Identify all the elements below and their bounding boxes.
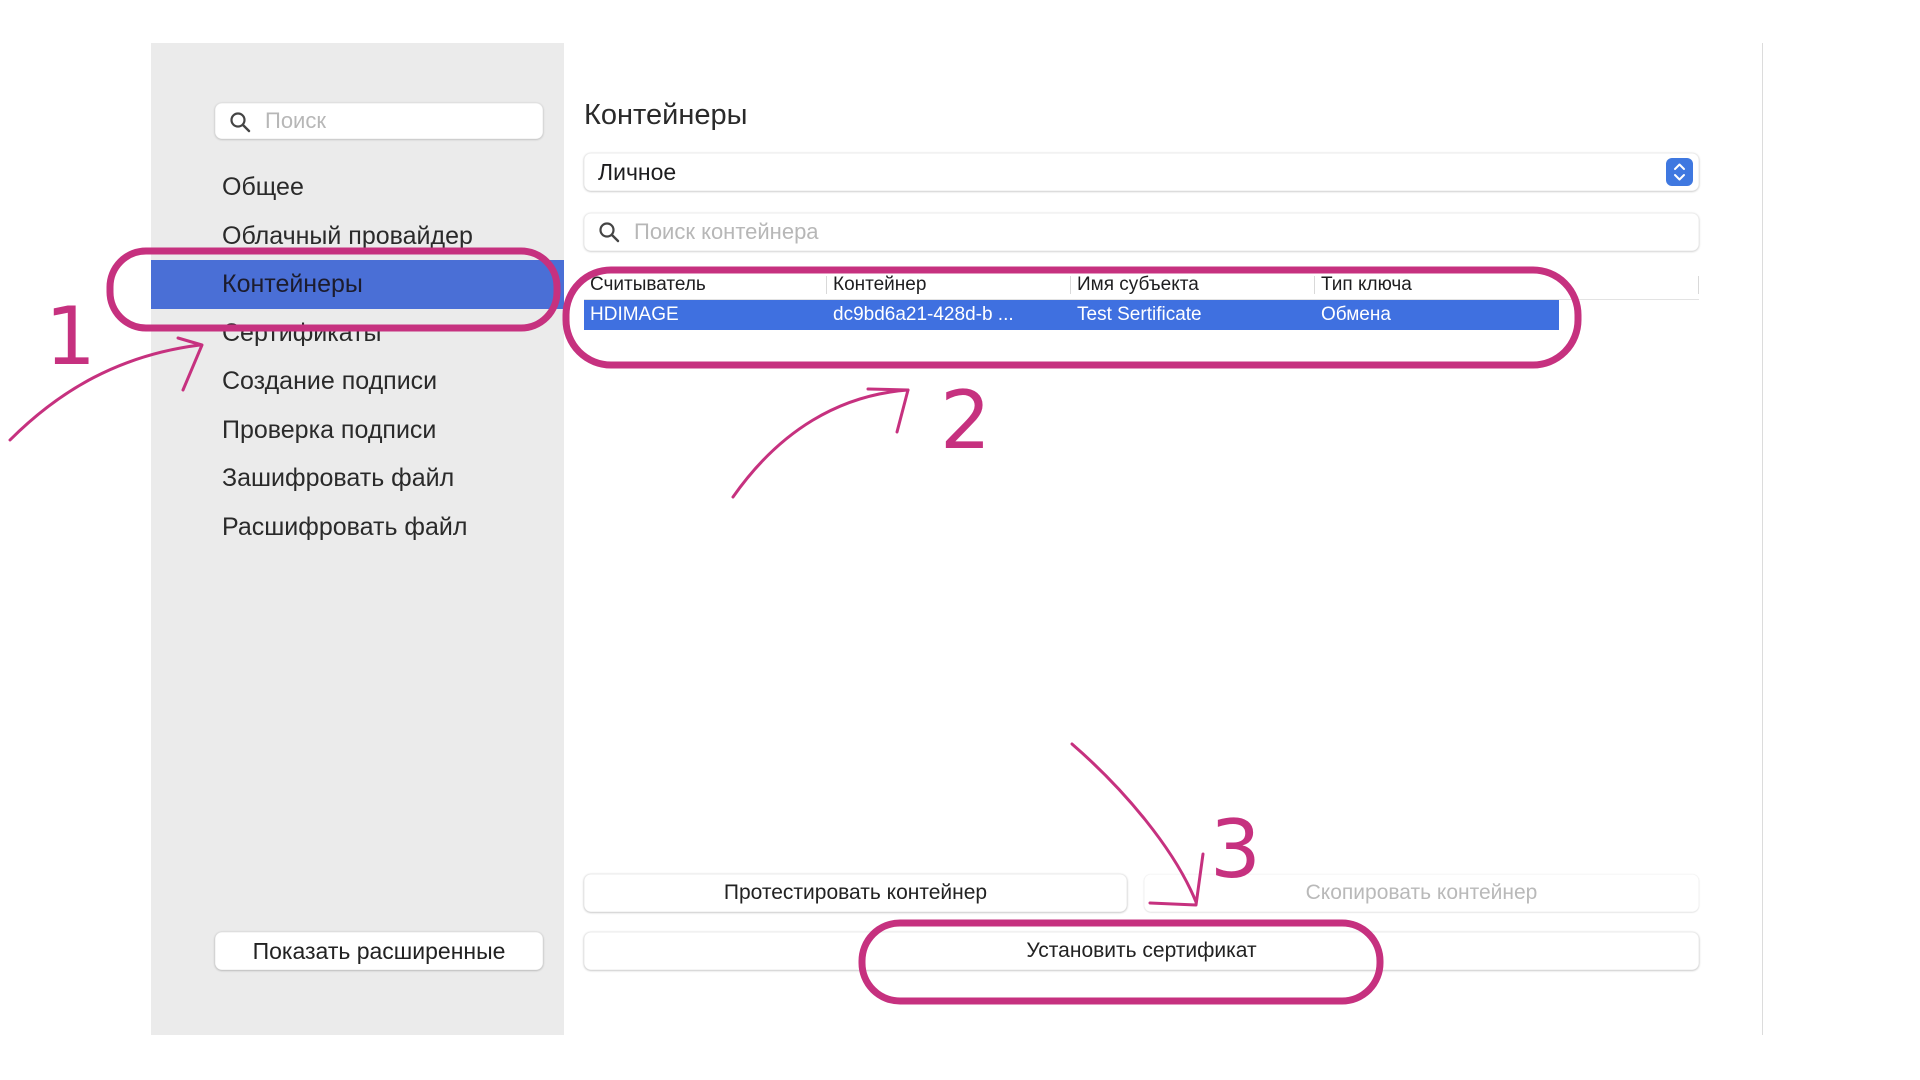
main-panel: Контейнеры Личное Считыватель Контейнер … <box>564 43 1763 1035</box>
sidebar: Общее Облачный провайдер Контейнеры Серт… <box>151 43 564 1035</box>
page-title: Контейнеры <box>584 99 748 131</box>
sidebar-item-create-signature[interactable]: Создание подписи <box>151 357 564 406</box>
show-advanced-button[interactable]: Показать расширенные <box>215 932 543 970</box>
sidebar-nav: Общее Облачный провайдер Контейнеры Серт… <box>151 163 564 551</box>
sidebar-item-verify-signature[interactable]: Проверка подписи <box>151 406 564 455</box>
sidebar-item-cloud-provider[interactable]: Облачный провайдер <box>151 212 564 261</box>
container-search-input[interactable] <box>634 218 1674 246</box>
store-select-value: Личное <box>598 159 677 185</box>
store-select[interactable]: Личное <box>584 153 1699 191</box>
cell-container: dc9bd6a21-428d-b ... <box>833 304 1014 325</box>
cell-subject: Test Sertificate <box>1077 304 1202 325</box>
sidebar-item-encrypt-file[interactable]: Зашифровать файл <box>151 454 564 503</box>
sidebar-item-general[interactable]: Общее <box>151 163 564 212</box>
sidebar-search[interactable] <box>215 103 543 139</box>
containers-table: Считыватель Контейнер Имя субъекта Тип к… <box>584 272 1699 330</box>
test-container-button[interactable]: Протестировать контейнер <box>584 874 1127 912</box>
column-header-container[interactable]: Контейнер <box>827 274 1071 298</box>
column-header-key-type[interactable]: Тип ключа <box>1315 274 1699 298</box>
container-search[interactable] <box>584 213 1699 251</box>
window-edge <box>1762 43 1763 1035</box>
table-header: Считыватель Контейнер Имя субъекта Тип к… <box>584 272 1699 300</box>
cell-key-type: Обмена <box>1321 304 1391 325</box>
cell-reader: HDIMAGE <box>590 304 679 325</box>
search-icon <box>599 222 620 243</box>
install-certificate-button[interactable]: Установить сертификат <box>584 932 1699 970</box>
column-header-subject[interactable]: Имя субъекта <box>1071 274 1315 298</box>
sidebar-search-input[interactable] <box>265 107 525 135</box>
sidebar-item-decrypt-file[interactable]: Расшифровать файл <box>151 503 564 552</box>
chevron-up-down-icon[interactable] <box>1666 158 1693 186</box>
column-header-reader[interactable]: Считыватель <box>584 274 827 298</box>
sidebar-item-certificates[interactable]: Сертификаты <box>151 309 564 358</box>
table-row[interactable]: HDIMAGE dc9bd6a21-428d-b ... Test Sertif… <box>584 300 1559 330</box>
copy-container-button[interactable]: Скопировать контейнер <box>1144 874 1699 912</box>
app-window: Общее Облачный провайдер Контейнеры Серт… <box>151 43 1763 1035</box>
search-icon <box>230 112 251 133</box>
sidebar-item-containers[interactable]: Контейнеры <box>151 260 564 309</box>
annotation-number-1: 1 <box>45 290 96 383</box>
